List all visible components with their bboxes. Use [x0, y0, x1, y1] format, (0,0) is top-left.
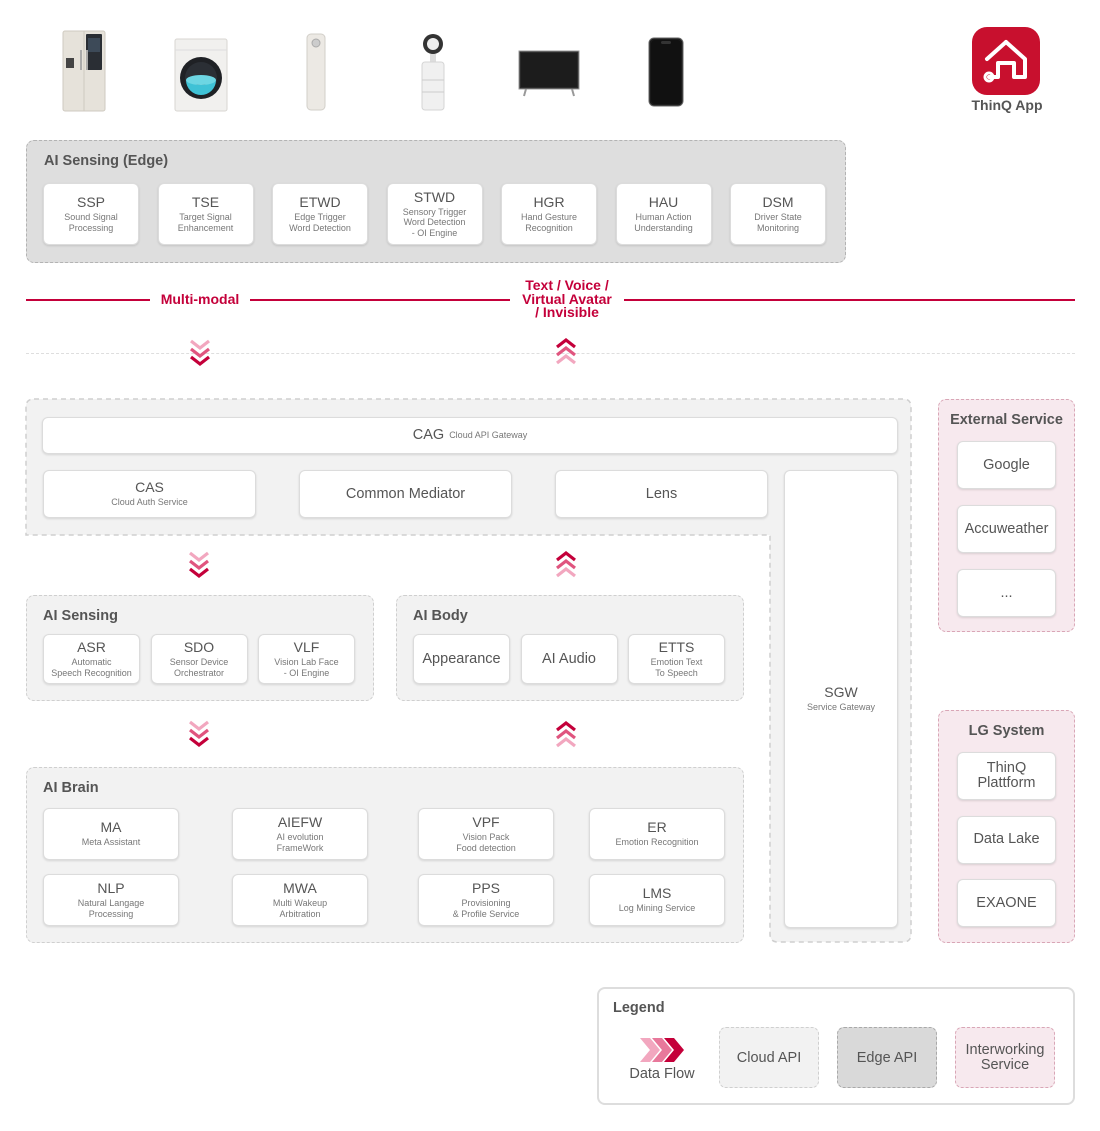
body-module-etts-card[interactable]: ETTS Emotion Text To Speech — [628, 634, 725, 684]
brain-module-er-card[interactable]: ER Emotion Recognition — [589, 808, 725, 860]
ai-brain-title: AI Brain — [43, 780, 99, 796]
legend-data-flow-label: Data Flow — [629, 1066, 695, 1082]
external-service-item[interactable]: ... — [957, 569, 1056, 617]
lg-system-item-label: Data Lake — [973, 831, 1040, 847]
gateway-panel — [25, 398, 912, 943]
brain-module-pps-desc: Provisioning & Profile Service — [452, 898, 520, 919]
brain-module-ma-card[interactable]: MA Meta Assistant — [43, 808, 179, 860]
body-module-appearance-abbr: Appearance — [422, 650, 501, 667]
brain-module-vpf-abbr: VPF — [472, 814, 500, 830]
brain-module-mwa-card[interactable]: MWA Multi Wakeup Arbitration — [232, 874, 368, 926]
sensing-module-sdo-desc: Sensor Device Orchestrator — [169, 657, 229, 678]
external-service-title: External Service — [950, 412, 1063, 428]
legend-interworking: Interworking Service — [955, 1027, 1055, 1088]
external-service-item[interactable]: Accuweather — [957, 505, 1056, 553]
brain-module-aiefw-desc: AI evolution FrameWork — [276, 832, 324, 853]
sensing-module-asr-abbr: ASR — [77, 639, 106, 655]
lg-system-item[interactable]: ThinQ Plattform — [957, 752, 1056, 800]
brain-module-nlp-desc: Natural Langage Processing — [77, 898, 145, 919]
brain-module-aiefw-card[interactable]: AIEFW AI evolution FrameWork — [232, 808, 368, 860]
body-module-etts-abbr: ETTS — [658, 639, 695, 655]
ai-body-title: AI Body — [413, 608, 468, 624]
brain-module-lms-card[interactable]: LMS Log Mining Service — [589, 874, 725, 926]
lg-system-item[interactable]: EXAONE — [957, 879, 1056, 927]
external-service-item[interactable]: Google — [957, 441, 1056, 489]
brain-module-nlp-card[interactable]: NLP Natural Langage Processing — [43, 874, 179, 926]
sgw-card[interactable]: SGW Service Gateway — [784, 470, 898, 928]
data-flow-icon — [640, 1038, 684, 1062]
body-module-ai-audio-abbr: AI Audio — [541, 650, 596, 667]
common-mediator-label: Common Mediator — [345, 486, 466, 502]
body-module-ai-audio-card[interactable]: AI Audio — [520, 634, 618, 684]
legend-cloud-api-label: Cloud API — [736, 1049, 802, 1066]
body-module-appearance-card[interactable]: Appearance — [413, 634, 510, 684]
legend-interworking-label: Interworking Service — [965, 1041, 1045, 1073]
brain-module-er-abbr: ER — [647, 819, 667, 836]
brain-module-nlp-abbr: NLP — [97, 880, 125, 896]
lg-system-title: LG System — [968, 723, 1045, 739]
lens-card[interactable]: Lens — [555, 470, 768, 518]
sensing-module-asr-card[interactable]: ASR Automatic Speech Recognition — [43, 634, 140, 684]
brain-module-lms-desc: Log Mining Service — [618, 903, 696, 914]
external-service-item-label: ... — [1000, 585, 1013, 601]
cag-abbr: CAG — [412, 427, 445, 443]
body-module-etts-desc: Emotion Text To Speech — [650, 657, 703, 678]
brain-module-lms-abbr: LMS — [642, 885, 672, 902]
sensing-module-vlf-desc: Vision Lab Face - OI Engine — [274, 657, 339, 678]
sgw-desc: Service Gateway — [806, 702, 876, 713]
brain-module-mwa-desc: Multi Wakeup Arbitration — [272, 898, 328, 919]
common-mediator-card[interactable]: Common Mediator — [299, 470, 512, 518]
legend-edge-api-label: Edge API — [856, 1049, 918, 1066]
sensing-module-sdo-abbr: SDO — [183, 639, 215, 655]
legend-cloud-api: Cloud API — [719, 1027, 819, 1088]
sensing-module-sdo-card[interactable]: SDO Sensor Device Orchestrator — [150, 634, 248, 684]
brain-module-er-desc: Emotion Recognition — [615, 837, 699, 848]
sgw-abbr: SGW — [824, 684, 858, 701]
ai-sensing-title: AI Sensing — [43, 608, 118, 624]
brain-module-aiefw-abbr: AIEFW — [277, 814, 323, 830]
brain-module-mwa-abbr: MWA — [283, 880, 317, 896]
sensing-module-asr-desc: Automatic Speech Recognition — [51, 657, 132, 678]
cas-abbr: CAS — [135, 479, 164, 496]
lens-label: Lens — [645, 486, 678, 502]
brain-module-pps-abbr: PPS — [471, 880, 500, 896]
brain-module-vpf-desc: Vision Pack Food detection — [456, 832, 516, 853]
lg-system-item-label: ThinQ Plattform — [977, 760, 1036, 791]
external-service-item-label: Accuweather — [964, 521, 1049, 537]
brain-module-ma-abbr: MA — [100, 819, 122, 836]
cag-card[interactable]: CAG Cloud API Gateway — [42, 417, 898, 454]
sensing-module-vlf-card[interactable]: VLF Vision Lab Face - OI Engine — [258, 634, 355, 684]
external-service-item-label: Google — [983, 457, 1030, 473]
cag-desc: Cloud API Gateway — [449, 430, 528, 441]
lg-system-item[interactable]: Data Lake — [957, 815, 1056, 864]
legend-edge-api: Edge API — [837, 1027, 937, 1088]
brain-module-vpf-card[interactable]: VPF Vision Pack Food detection — [418, 808, 554, 860]
cas-desc: Cloud Auth Service — [111, 497, 188, 508]
brain-module-ma-desc: Meta Assistant — [81, 837, 141, 848]
cas-card[interactable]: CAS Cloud Auth Service — [43, 470, 256, 518]
brain-module-pps-card[interactable]: PPS Provisioning & Profile Service — [418, 874, 554, 926]
legend-title: Legend — [613, 1000, 665, 1016]
sensing-module-vlf-abbr: VLF — [293, 639, 320, 655]
lg-system-item-label: EXAONE — [976, 894, 1037, 911]
